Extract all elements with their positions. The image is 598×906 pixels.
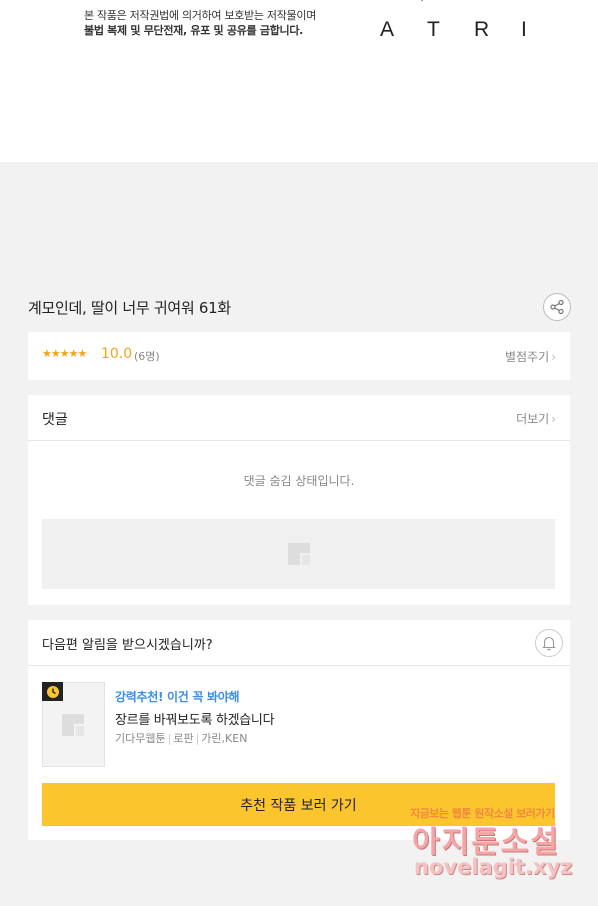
share-button[interactable] — [543, 293, 571, 321]
clock-icon — [46, 685, 59, 698]
recommendation-meta: 기다무웹툰 | 로판 | 가린,KEN — [115, 730, 247, 746]
brand-artwork — [421, 0, 423, 2]
brand-letter: I — [521, 18, 527, 41]
recommendation-title[interactable]: 장르를 바꿔보도록 하겠습니다 — [115, 709, 275, 728]
rate-button[interactable]: 별점주기 › — [505, 348, 556, 365]
meta-category: 기다무웹툰 — [115, 732, 166, 745]
bell-icon — [542, 636, 556, 651]
copyright-line-1: 본 작품은 저작권법에 의거하여 보호받는 저작물이며 — [84, 9, 317, 22]
brand-logo: A T R I — [380, 18, 568, 42]
share-icon — [550, 299, 564, 315]
wait-free-badge — [42, 682, 63, 701]
brand-letter: T — [427, 18, 440, 41]
watermark: 지금보는 웹툰 원작소설 보러가기 아지툰소설 novelagit.xyz — [410, 801, 580, 887]
chevron-right-icon: › — [551, 350, 556, 364]
meta-authors: 가린,KEN — [201, 732, 248, 745]
episode-title: 계모인데, 딸이 너무 귀여워 61화 — [28, 299, 231, 317]
rating-votes: (6명) — [134, 350, 160, 363]
image-placeholder-icon — [62, 714, 84, 736]
chevron-right-icon: › — [551, 412, 556, 426]
rating-stars: ★★★★★ — [42, 347, 87, 360]
comment-card: 댓글 더보기 › 댓글 숨김 상태입니다. — [28, 395, 570, 605]
notify-question: 다음편 알림을 받으시겠습니까? — [42, 638, 213, 653]
more-label: 더보기 — [516, 412, 550, 426]
image-placeholder-icon — [288, 543, 310, 565]
comments-hidden-message: 댓글 숨김 상태입니다. — [243, 474, 355, 488]
copyright-line-2: 불법 복제 및 무단전재, 유포 및 공유를 금합니다. — [84, 24, 304, 37]
rating-card: ★★★★★ 10.0 (6명) 별점주기 › — [28, 332, 570, 380]
ad-banner[interactable] — [42, 519, 555, 589]
notify-header: 다음편 알림을 받으시겠습니까? — [28, 620, 570, 666]
brand-letter: A — [380, 18, 395, 41]
brand-letter: R — [474, 18, 490, 41]
comment-header: 댓글 더보기 › — [28, 395, 570, 441]
notify-bell-button[interactable] — [535, 629, 563, 657]
meta-separator: | — [195, 732, 200, 745]
rating-score: 10.0 — [101, 346, 133, 362]
copyright-notice: 본 작품은 저작권법에 의거하여 보호받는 저작물이며 불법 복제 및 무단전재… — [84, 8, 316, 38]
footer-section: 본 작품은 저작권법에 의거하여 보호받는 저작물이며 불법 복제 및 무단전재… — [0, 0, 598, 162]
comment-title: 댓글 — [42, 412, 68, 428]
meta-separator: | — [167, 732, 172, 745]
watermark-line-3: novelagit.xyz — [414, 855, 573, 879]
more-comments-button[interactable]: 더보기 › — [516, 410, 556, 427]
meta-genre: 로판 — [173, 732, 194, 745]
rate-label: 별점주기 — [505, 350, 550, 364]
recommendation-label: 강력추천! 이건 꼭 봐야해 — [115, 690, 240, 704]
